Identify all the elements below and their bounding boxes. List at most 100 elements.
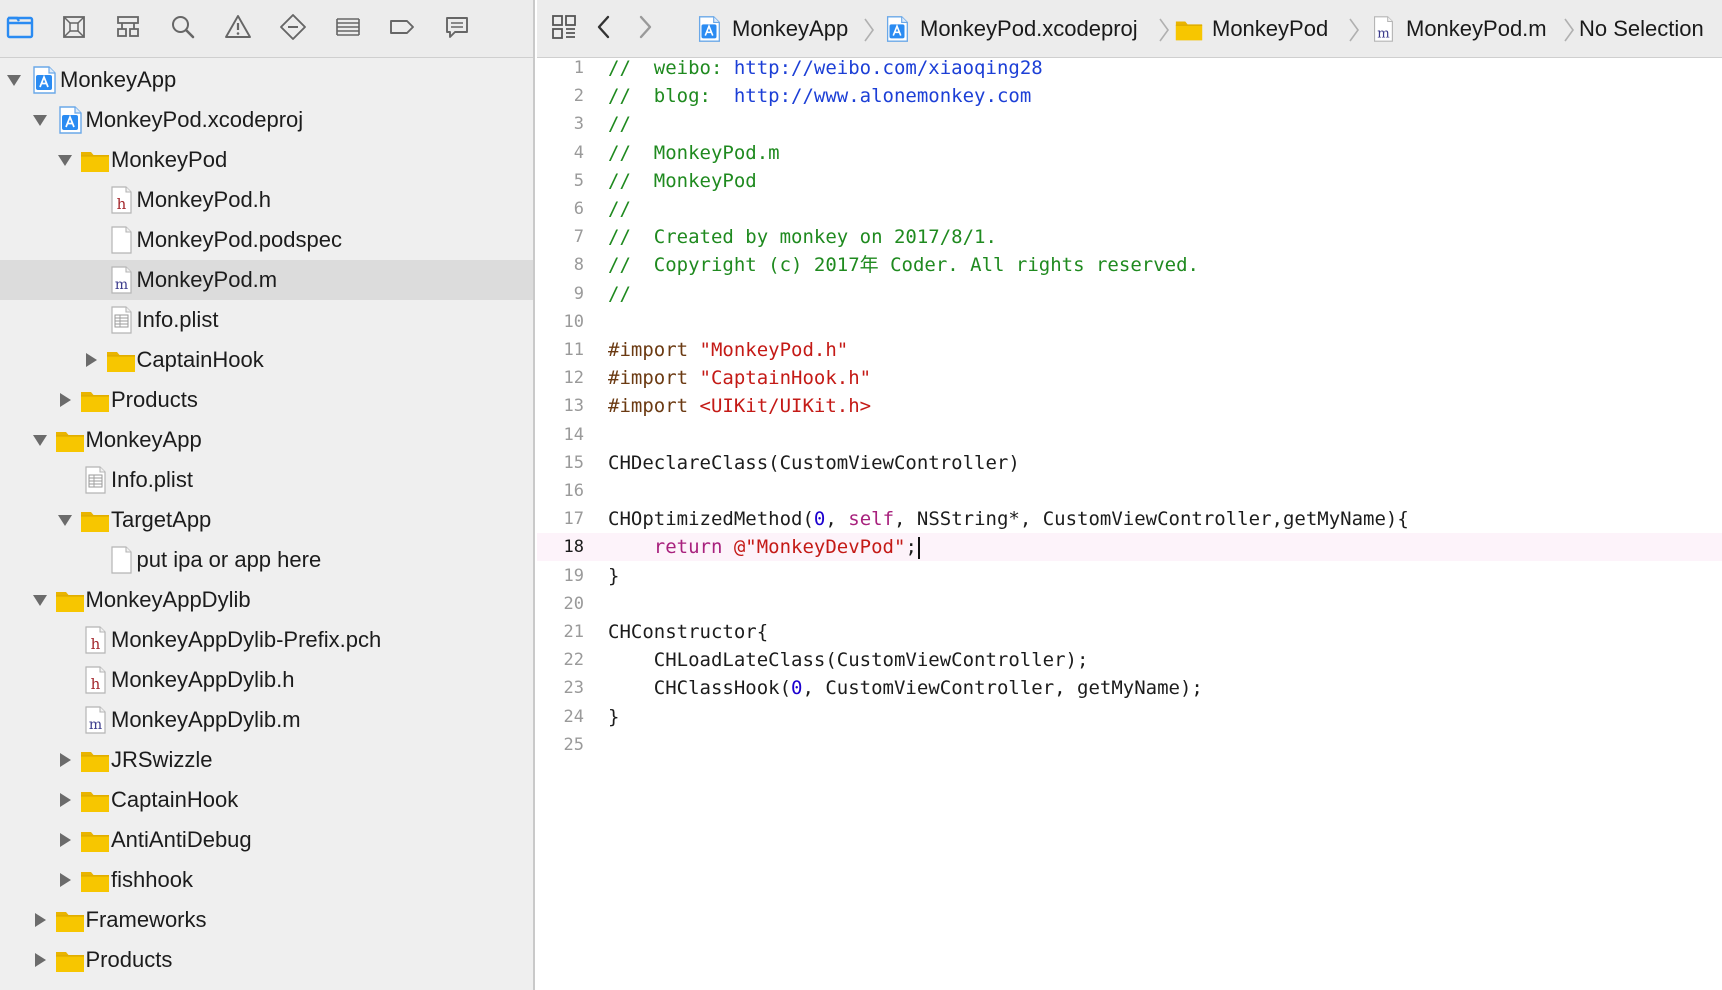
- forward-button[interactable]: [628, 12, 662, 46]
- source-control-tab[interactable]: [56, 11, 92, 47]
- line-number: 23: [563, 678, 584, 699]
- issue-navigator-tab[interactable]: [220, 11, 256, 47]
- folder-icon: [79, 785, 111, 815]
- file-tree-row[interactable]: put ipa or app here: [0, 540, 533, 580]
- file-tree-row[interactable]: Frameworks: [0, 900, 533, 940]
- code-line[interactable]: 8 // Copyright (c) 2017年 Coder. All right…: [537, 251, 1722, 279]
- file-tree-row[interactable]: Products: [0, 940, 533, 980]
- file-tree-row[interactable]: CaptainHook: [0, 780, 533, 820]
- code-line[interactable]: 19}: [537, 562, 1722, 590]
- breadcrumb-item[interactable]: MonkeyPod.xcodeproj: [882, 0, 1138, 58]
- code-line[interactable]: 15 CHDeclareClass(CustomViewController): [537, 449, 1722, 477]
- disclosure-collapsed-icon[interactable]: [81, 350, 101, 370]
- symbol-navigator-tab[interactable]: [110, 11, 146, 47]
- back-button[interactable]: [587, 12, 621, 46]
- file-tree-label: MonkeyAppDylib-Prefix.pch: [111, 627, 382, 652]
- file-tree-row[interactable]: Info.plist: [0, 460, 533, 500]
- file-tree-row[interactable]: TargetApp: [0, 500, 533, 540]
- line-code: // weibo: http://weibo.com/xiaoqing28: [608, 54, 1043, 82]
- file-tree-row[interactable]: MonkeyApp: [0, 60, 533, 100]
- disclosure-expanded-icon[interactable]: [30, 590, 50, 610]
- file-tree-row[interactable]: m MonkeyPod.m: [0, 260, 533, 300]
- disclosure-collapsed-icon[interactable]: [30, 910, 50, 930]
- code-token-plain: CHOptimizedMethod(: [608, 508, 814, 531]
- disclosure-collapsed-icon[interactable]: [30, 950, 50, 970]
- disclosure-collapsed-icon[interactable]: [55, 790, 75, 810]
- code-line[interactable]: 20: [537, 590, 1722, 618]
- line-number: 19: [563, 565, 584, 586]
- disclosure-expanded-icon[interactable]: [55, 150, 75, 170]
- code-line[interactable]: 9 //: [537, 280, 1722, 308]
- file-tree-row[interactable]: AntiAntiDebug: [0, 820, 533, 860]
- file-tree-row[interactable]: MonkeyApp: [0, 420, 533, 460]
- code-line[interactable]: 6 //: [537, 195, 1722, 223]
- code-line[interactable]: 23 CHClassHook(0, CustomViewController, …: [537, 674, 1722, 702]
- related-items-button[interactable]: [547, 12, 581, 46]
- disclosure-expanded-icon[interactable]: [55, 510, 75, 530]
- file-tree-row[interactable]: h MonkeyPod.h: [0, 180, 533, 220]
- code-line[interactable]: 14: [537, 421, 1722, 449]
- disclosure-collapsed-icon[interactable]: [55, 390, 75, 410]
- code-line[interactable]: 17 CHOptimizedMethod(0, self, NSString*, …: [537, 505, 1722, 533]
- code-line[interactable]: 11 #import "MonkeyPod.h": [537, 336, 1722, 364]
- breakpoint-navigator-tab[interactable]: [384, 11, 420, 47]
- code-line[interactable]: 2 // blog: http://www.alonemonkey.com: [537, 82, 1722, 110]
- line-number: 10: [563, 311, 584, 332]
- disclosure-collapsed-icon[interactable]: [55, 870, 75, 890]
- line-number: 20: [563, 593, 584, 614]
- code-line[interactable]: 16: [537, 477, 1722, 505]
- code-line[interactable]: 5 // MonkeyPod: [537, 167, 1722, 195]
- code-line[interactable]: 18 return @"MonkeyDevPod";: [537, 533, 1722, 562]
- code-token-kw: return: [653, 536, 734, 559]
- file-tree-row[interactable]: MonkeyAppDylib: [0, 580, 533, 620]
- code-line[interactable]: 4 // MonkeyPod.m: [537, 139, 1722, 167]
- file-tree-row[interactable]: MonkeyPod: [0, 140, 533, 180]
- line-number: 21: [563, 622, 584, 642]
- file-tree-label: MonkeyPod.podspec: [136, 227, 342, 252]
- code-line[interactable]: 24}: [537, 703, 1722, 731]
- code-token-comment: // Copyright (c) 2017年 Coder. All rights…: [608, 254, 1199, 277]
- code-token-plain: }: [608, 705, 620, 728]
- file-tree-row[interactable]: JRSwizzle: [0, 740, 533, 780]
- report-navigator-tab[interactable]: [439, 11, 475, 47]
- line-number: 25: [563, 734, 584, 755]
- debug-navigator-tab[interactable]: [330, 11, 366, 47]
- file-tree-row[interactable]: m MonkeyAppDylib.m: [0, 700, 533, 740]
- line-number: 6: [573, 199, 584, 219]
- code-line[interactable]: 7 // Created by monkey on 2017/8/1.: [537, 223, 1722, 251]
- objc-file-icon: m: [105, 265, 137, 295]
- file-tree-label: MonkeyApp: [85, 427, 202, 452]
- file-tree-row[interactable]: MonkeyPod.xcodeproj: [0, 100, 533, 140]
- file-tree-row[interactable]: CaptainHook: [0, 340, 533, 380]
- code-line[interactable]: 1 // weibo: http://weibo.com/xiaoqing28: [537, 54, 1722, 82]
- code-line[interactable]: 3 //: [537, 110, 1722, 138]
- find-navigator-tab[interactable]: [165, 11, 201, 47]
- project-navigator-tab[interactable]: [2, 11, 38, 47]
- breadcrumb-item[interactable]: No Selection: [1579, 0, 1704, 58]
- disclosure-collapsed-icon[interactable]: [55, 830, 75, 850]
- code-line[interactable]: 25: [537, 731, 1722, 759]
- breadcrumb-label: No Selection: [1579, 16, 1704, 41]
- file-tree-row[interactable]: h MonkeyAppDylib-Prefix.pch: [0, 620, 533, 660]
- disclosure-expanded-icon[interactable]: [30, 110, 50, 130]
- file-tree-row[interactable]: MonkeyPod.podspec: [0, 220, 533, 260]
- code-line[interactable]: 22 CHLoadLateClass(CustomViewController)…: [537, 646, 1722, 674]
- file-tree-row[interactable]: Products: [0, 380, 533, 420]
- code-line[interactable]: 12 #import "CaptainHook.h": [537, 364, 1722, 392]
- code-line[interactable]: 21 CHConstructor{: [537, 618, 1722, 646]
- disclosure-expanded-icon[interactable]: [4, 70, 24, 90]
- test-navigator-tab[interactable]: [275, 11, 311, 47]
- code-line[interactable]: 13 #import <UIKit/UIKit.h>: [537, 392, 1722, 420]
- code-line[interactable]: 10: [537, 308, 1722, 336]
- disclosure-expanded-icon[interactable]: [30, 430, 50, 450]
- file-tree-row[interactable]: Info.plist: [0, 300, 533, 340]
- breadcrumb-item[interactable]: MonkeyApp: [694, 0, 848, 58]
- disclosure-collapsed-icon[interactable]: [55, 750, 75, 770]
- source-control-icon: [59, 12, 89, 47]
- source-editor: MonkeyApp MonkeyPod.xcodeproj MonkeyPod m Mo…: [537, 0, 1722, 990]
- code-area[interactable]: 1 // weibo: http://weibo.com/xiaoqing28 2 /…: [537, 57, 1722, 990]
- breadcrumb-item[interactable]: m MonkeyPod.m: [1368, 0, 1547, 58]
- file-tree-row[interactable]: h MonkeyAppDylib.h: [0, 660, 533, 700]
- file-tree-row[interactable]: fishhook: [0, 860, 533, 900]
- breadcrumb-item[interactable]: MonkeyPod: [1174, 0, 1328, 58]
